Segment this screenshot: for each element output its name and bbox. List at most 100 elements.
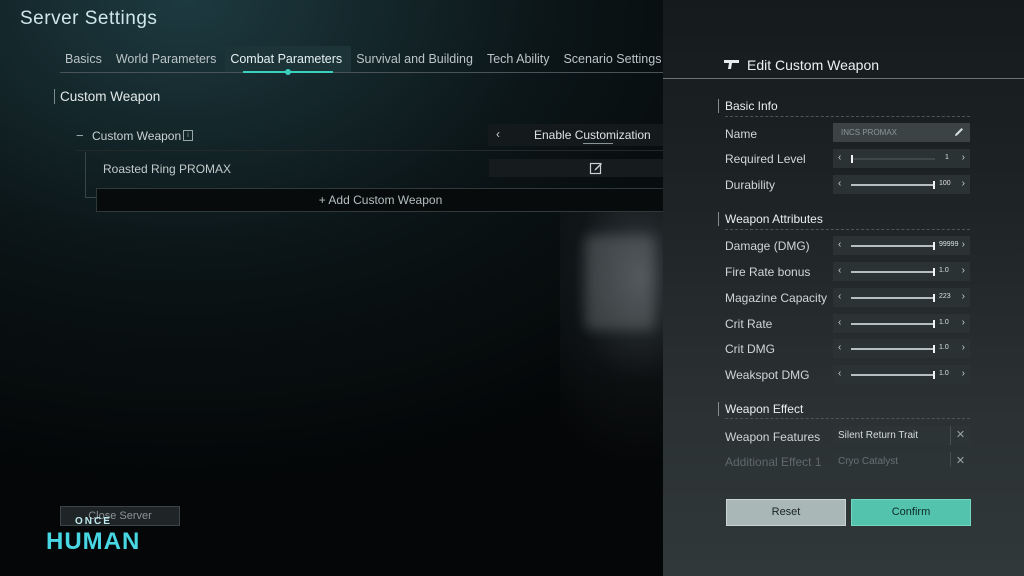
attribute-value: 1.0: [939, 370, 949, 377]
weakspot-dmg-slider[interactable]: ‹ 1.0 ›: [833, 365, 970, 384]
increase-arrow-icon[interactable]: ›: [962, 239, 965, 250]
durability-label: Durability: [725, 178, 776, 192]
slider-track: [851, 294, 935, 302]
attribute-label: Crit DMG: [725, 342, 775, 356]
required-level-value: 1: [945, 154, 949, 161]
gun-icon: [724, 60, 739, 69]
add-custom-weapon-button[interactable]: + Add Custom Weapon: [96, 188, 664, 212]
increase-arrow-icon[interactable]: ›: [962, 317, 965, 328]
weapon-features-label: Weapon Features: [725, 430, 821, 444]
list-item[interactable]: Roasted Ring PROMAX: [96, 157, 663, 179]
additional-effect-select[interactable]: Cryo Catalyst ✕: [833, 452, 970, 466]
decrease-arrow-icon[interactable]: ‹: [838, 265, 841, 276]
slider-knob[interactable]: [933, 345, 935, 353]
enable-customization-switch[interactable]: ‹ Enable Customization: [488, 124, 663, 146]
slider-knob[interactable]: [933, 371, 935, 379]
slider-knob[interactable]: [933, 242, 935, 250]
slider-track: [851, 268, 935, 276]
increase-arrow-icon[interactable]: ›: [962, 152, 965, 163]
slider-knob[interactable]: [851, 155, 853, 163]
weapon-features-select[interactable]: Silent Return Trait ✕: [833, 426, 970, 445]
crit-dmg-slider[interactable]: ‹ 1.0 ›: [833, 339, 970, 358]
slider-track: [851, 242, 935, 250]
switch-indicator: [583, 143, 613, 145]
logo-main-text: HUMAN: [46, 528, 141, 555]
attribute-value: 1.0: [939, 319, 949, 326]
crit-rate-slider[interactable]: ‹ 1.0 ›: [833, 314, 970, 333]
slider-track: [851, 155, 935, 163]
decrease-arrow-icon[interactable]: ‹: [838, 317, 841, 328]
increase-arrow-icon[interactable]: ›: [962, 265, 965, 276]
damage-slider[interactable]: ‹ 99999 ›: [833, 236, 970, 255]
required-level-label: Required Level: [725, 152, 806, 166]
logo-small-text: ONCE: [75, 516, 112, 527]
switch-left-arrow-icon[interactable]: ‹: [496, 127, 500, 141]
group-divider: [725, 418, 970, 420]
tree-connector: [85, 152, 96, 198]
decrease-arrow-icon[interactable]: ‹: [838, 152, 841, 163]
attribute-label: Fire Rate bonus: [725, 265, 811, 279]
magazine-capacity-slider[interactable]: ‹ 223 ›: [833, 288, 970, 307]
weapon-features-value: Silent Return Trait: [838, 430, 919, 441]
page-title: Server Settings: [20, 8, 158, 29]
decrease-arrow-icon[interactable]: ‹: [838, 239, 841, 250]
tab-survival-and-building[interactable]: Survival and Building: [351, 46, 482, 72]
name-value: INCS PROMAX: [841, 128, 898, 137]
decrease-arrow-icon[interactable]: ‹: [838, 178, 841, 189]
name-field[interactable]: INCS PROMAX: [833, 123, 970, 142]
tab-scenario-settings[interactable]: Scenario Settings: [558, 46, 670, 72]
durability-slider[interactable]: ‹ 100 ›: [833, 175, 970, 194]
tab-bar: Basics World Parameters Combat Parameter…: [60, 46, 663, 75]
weapon-name-label: Roasted Ring PROMAX: [103, 162, 232, 176]
durability-value: 100: [939, 180, 951, 187]
decrease-arrow-icon[interactable]: ‹: [838, 291, 841, 302]
group-divider: [725, 116, 970, 118]
decrease-arrow-icon[interactable]: ‹: [838, 368, 841, 379]
edit-icon: [589, 162, 602, 175]
slider-knob[interactable]: [933, 181, 935, 189]
reset-button[interactable]: Reset: [726, 499, 846, 526]
background-blur-shape: [585, 235, 655, 330]
attribute-label: Magazine Capacity: [725, 291, 828, 305]
increase-arrow-icon[interactable]: ›: [962, 342, 965, 353]
increase-arrow-icon[interactable]: ›: [962, 368, 965, 379]
custom-weapon-label: Custom Weapon: [92, 129, 182, 143]
decrease-arrow-icon[interactable]: ‹: [838, 342, 841, 353]
tab-combat-parameters[interactable]: Combat Parameters: [225, 46, 352, 75]
weapon-effect-heading: Weapon Effect: [718, 402, 977, 416]
additional-effect-label: Additional Effect 1: [725, 455, 822, 469]
confirm-button[interactable]: Confirm: [851, 499, 971, 526]
edit-weapon-panel: Edit Custom Weapon Basic Info Name INCS …: [663, 0, 1024, 576]
attribute-value: 1.0: [939, 344, 949, 351]
tab-basics[interactable]: Basics: [60, 46, 111, 72]
fire-rate-slider[interactable]: ‹ 1.0 ›: [833, 262, 970, 281]
pencil-icon[interactable]: [953, 126, 965, 138]
slider-knob[interactable]: [933, 294, 935, 302]
game-logo: ONCE HUMAN: [46, 516, 146, 566]
section-title: Custom Weapon: [54, 89, 160, 104]
basic-info-heading: Basic Info: [718, 99, 977, 113]
attribute-label: Weakspot DMG: [725, 368, 810, 382]
slider-knob[interactable]: [933, 320, 935, 328]
slider-knob[interactable]: [933, 268, 935, 276]
info-icon[interactable]: i: [183, 130, 193, 141]
panel-divider: [663, 78, 1024, 79]
increase-arrow-icon[interactable]: ›: [962, 291, 965, 302]
clear-icon[interactable]: ✕: [950, 452, 970, 466]
group-divider: [725, 229, 970, 231]
attribute-label: Crit Rate: [725, 317, 773, 331]
collapse-icon[interactable]: −: [76, 128, 84, 143]
attribute-value: 1.0: [939, 267, 949, 274]
additional-effect-value: Cryo Catalyst: [838, 456, 899, 466]
attribute-value: 223: [939, 293, 951, 300]
increase-arrow-icon[interactable]: ›: [962, 178, 965, 189]
slider-track: [851, 320, 935, 328]
tab-world-parameters[interactable]: World Parameters: [111, 46, 226, 72]
slider-track: [851, 345, 935, 353]
required-level-slider[interactable]: ‹ 1 ›: [833, 149, 970, 168]
slider-track: [851, 371, 935, 379]
name-label: Name: [725, 127, 758, 141]
clear-icon[interactable]: ✕: [950, 426, 970, 445]
tab-tech-ability[interactable]: Tech Ability: [482, 46, 559, 72]
edit-weapon-button[interactable]: [489, 159, 663, 177]
